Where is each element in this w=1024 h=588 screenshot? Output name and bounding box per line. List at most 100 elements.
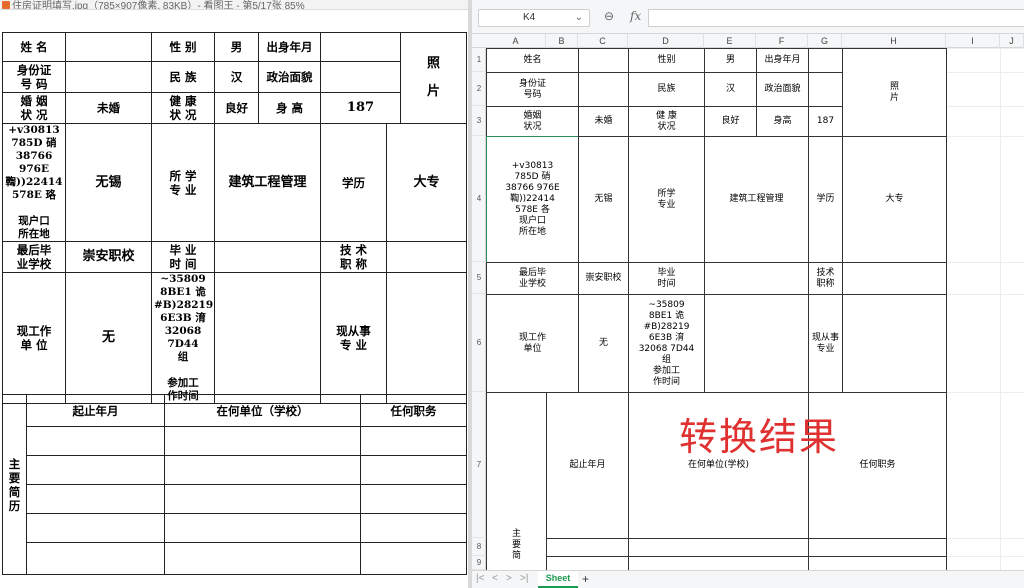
chevron-down-icon[interactable]: ⌄ [575, 10, 583, 26]
column-header-i[interactable]: I [946, 34, 1000, 48]
cell-g5[interactable]: 技术 职称 [808, 262, 843, 295]
school-label: 最后毕 业学校 [2, 241, 66, 273]
next-sheet-button[interactable]: > [506, 573, 512, 584]
cell-c2[interactable] [578, 72, 629, 107]
cell-g1[interactable] [808, 48, 843, 73]
column-header-b[interactable]: B [546, 34, 578, 48]
cell-c6[interactable]: 无 [578, 294, 629, 393]
cell-d6[interactable]: ~35809 8BE1 诡 #B)28219 6E3B 淯 32068 7D44… [628, 294, 705, 393]
cell-e2[interactable]: 汉 [704, 72, 757, 107]
cell-e1[interactable]: 男 [704, 48, 757, 73]
hukou-value: 无锡 [65, 123, 152, 242]
cell-g6[interactable]: 现从事 专业 [808, 294, 843, 393]
cell-d3[interactable]: 健 康 状况 [628, 106, 705, 137]
cell-a3[interactable]: 婚姻 状况 [486, 106, 579, 137]
function-icon[interactable]: fx [630, 9, 641, 23]
scanned-form-top: 姓 名 性 别 男 出身年月 照 片 身份证 号 码 民 族 汉 政治面貌 婚 … [2, 32, 467, 404]
column-header-d[interactable]: D [628, 34, 704, 48]
gridline [1000, 48, 1001, 570]
row-header-9[interactable]: 9 [472, 556, 486, 570]
formula-input[interactable] [648, 9, 1024, 27]
name-box[interactable]: K4 ⌄ [478, 9, 590, 27]
cell-b8[interactable] [546, 538, 629, 557]
row-header-4[interactable]: 4 [472, 136, 486, 262]
ethnic-value: 汉 [214, 61, 259, 93]
cell-b7[interactable]: 起止年月 [546, 392, 629, 539]
cell-g2[interactable] [808, 72, 843, 107]
cell-a7[interactable]: 主 要 简 [486, 392, 547, 570]
cell-a6[interactable]: 现工作 单位 [486, 294, 579, 393]
cell-g4[interactable]: 学历 [808, 136, 843, 263]
cell-c5[interactable]: 崇安职校 [578, 262, 629, 295]
row-header-6[interactable]: 6 [472, 294, 486, 392]
birth-value [320, 32, 401, 62]
marital-value: 未婚 [65, 92, 152, 124]
cell-h6[interactable] [842, 294, 947, 393]
row-header-3[interactable]: 3 [472, 106, 486, 136]
viewer-title: 住房证明填写.jpg（785×907像素, 83KB）- 看图王 - 第5/17… [12, 1, 305, 10]
cell-a2[interactable]: 身份证 号码 [486, 72, 579, 107]
column-header-e[interactable]: E [704, 34, 756, 48]
tab-sheet[interactable]: Sheet [538, 571, 578, 588]
cell-e4[interactable]: 建筑工程管理 [704, 136, 809, 263]
gender-label: 性 别 [151, 32, 215, 62]
cell-e3[interactable]: 良好 [704, 106, 757, 137]
cell-d9[interactable] [628, 556, 809, 570]
cell-d1[interactable]: 性别 [628, 48, 705, 73]
column-header-g[interactable]: G [808, 34, 842, 48]
cell-h5[interactable] [842, 262, 947, 295]
height-label: 身 高 [258, 92, 321, 124]
row-header-7[interactable]: 7 [472, 392, 486, 538]
add-sheet-button[interactable]: + [582, 572, 589, 586]
cell-a4[interactable]: +v30813 785D 硝 38766 976E 鞫))22414 578E … [486, 136, 579, 263]
sheet-grid[interactable]: 姓名 性别男出身年月 照 片 身份证 号码 民族汉政治面貌婚姻 状况 未婚健 康 状况 良好… [486, 48, 1024, 570]
cell-f2[interactable]: 政治面貌 [756, 72, 809, 107]
prev-sheet-button[interactable]: < [492, 573, 498, 584]
cell-g8[interactable] [808, 538, 947, 557]
cell-c4[interactable]: 无锡 [578, 136, 629, 263]
resume-cell [26, 513, 165, 543]
resume-cell [164, 455, 361, 485]
name-value [65, 32, 152, 62]
column-header-c[interactable]: C [578, 34, 628, 48]
cell-c3[interactable]: 未婚 [578, 106, 629, 137]
column-header-a[interactable]: A [486, 34, 546, 48]
cell-h1[interactable]: 照 片 [842, 48, 947, 137]
row-header-2[interactable]: 2 [472, 72, 486, 106]
cell-d8[interactable] [628, 538, 809, 557]
row-header-1[interactable]: 1 [472, 48, 486, 72]
cell-b9[interactable] [546, 556, 629, 570]
cell-c1[interactable] [578, 48, 629, 73]
school-value: 崇安职校 [65, 241, 152, 273]
marital-label: 婚 姻 状 况 [2, 92, 66, 124]
resume-cell [360, 484, 467, 514]
cell-a5[interactable]: 最后毕 业学校 [486, 262, 579, 295]
column-header-f[interactable]: F [756, 34, 808, 48]
resume-cell [360, 513, 467, 543]
cell-g3[interactable]: 187 [808, 106, 843, 137]
cell-f3[interactable]: 身高 [756, 106, 809, 137]
political-value [320, 61, 401, 93]
cell-a1[interactable]: 姓名 [486, 48, 579, 73]
cell-e5[interactable] [704, 262, 809, 295]
sheet-tab-bar: |< < > >| Sheet + [472, 570, 1024, 588]
last-sheet-button[interactable]: >| [520, 573, 528, 584]
edu-label: 学历 [320, 123, 387, 242]
cell-g9[interactable] [808, 556, 947, 570]
cell-h4[interactable]: 大专 [842, 136, 947, 263]
scanned-form-resume: 主 要 简 历 起止年月 在何单位（学校） 任何职务 [2, 394, 467, 575]
cell-d5[interactable]: 毕业 时间 [628, 262, 705, 295]
cell-f1[interactable]: 出身年月 [756, 48, 809, 73]
name-box-value: K4 [523, 12, 536, 23]
cell-d4[interactable]: 所学 专业 [628, 136, 705, 263]
row-header-5[interactable]: 5 [472, 262, 486, 294]
cell-d2[interactable]: 民族 [628, 72, 705, 107]
column-header-h[interactable]: H [842, 34, 946, 48]
column-header-j[interactable]: J [1000, 34, 1024, 48]
cell-e6[interactable] [704, 294, 809, 393]
health-value: 良好 [214, 92, 259, 124]
zoom-icon[interactable]: ⊖ [604, 9, 614, 23]
first-sheet-button[interactable]: |< [476, 573, 484, 584]
row-header-8[interactable]: 8 [472, 538, 486, 556]
spreadsheet-window: K4 ⌄ ⊖ fx ABCDEFGHIJ 123456789 姓名 性别男出身年月… [472, 0, 1024, 588]
